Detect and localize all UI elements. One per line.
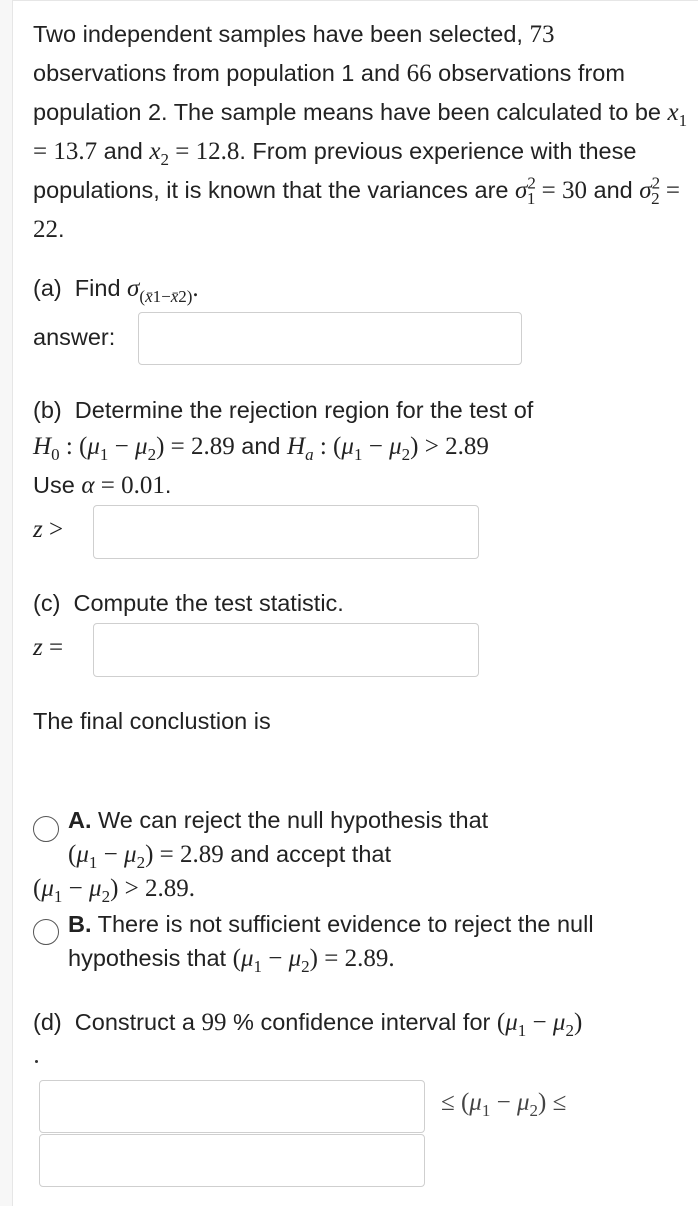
sample-size-2: 66 (406, 60, 432, 87)
part-a-title: (a) Find σ(x̄1−x̄2). (33, 275, 199, 306)
part-b-title: (b) Determine the rejection region for t… (33, 397, 534, 423)
option-b-line2: hypothesis that (μ1 − μ2) = 2.89. (68, 945, 395, 976)
ci-lower-input[interactable] (39, 1080, 425, 1133)
answer-label: answer: (33, 324, 116, 350)
rejection-region-input[interactable] (93, 505, 479, 559)
option-a-line3: (μ1 − μ2) > 2.89. (33, 875, 195, 906)
z-greater-label: z > (33, 516, 64, 543)
problem-statement: Two independent samples have been select… (33, 21, 688, 243)
option-b-line1: B. There is not sufficient evidence to r… (68, 911, 594, 937)
sigma-answer-input[interactable] (138, 312, 522, 365)
option-a-radio[interactable] (33, 816, 59, 842)
variance-1-expression: σ21 = 30 (515, 173, 587, 208)
intro-text: Two independent samples have been select… (33, 21, 530, 47)
alpha-line: Use α = 0.01. (33, 472, 172, 499)
ci-upper-input[interactable] (39, 1134, 425, 1187)
option-a-line2: (μ1 − μ2) = 2.89 and accept that (68, 841, 391, 872)
option-b-radio[interactable] (33, 919, 59, 945)
period-dot (35, 1060, 38, 1063)
xbar2-expression: x2 = 12.8 (149, 138, 240, 169)
z-equals-label: z = (33, 634, 64, 661)
sample-size-1: 73 (529, 21, 555, 48)
ci-inequality-label: ≤ (μ1 − μ2) ≤ (441, 1089, 567, 1120)
part-c-title: (c) Compute the test statistic. (33, 590, 344, 616)
conclusion-label: The final conclustion is (33, 708, 271, 734)
part-d-title: (d) Construct a 99 % confidence interval… (33, 1009, 583, 1040)
hypotheses-line: H0 : (μ1 − μ2) = 2.89 and Ha : (μ1 − μ2)… (33, 433, 489, 464)
test-statistic-input[interactable] (93, 623, 479, 677)
option-a-line1: A. We can reject the null hypothesis tha… (68, 807, 489, 833)
question-card: Two independent samples have been select… (12, 0, 698, 1206)
sigma-diff-expression: σ(x̄1−x̄2). (127, 275, 199, 306)
